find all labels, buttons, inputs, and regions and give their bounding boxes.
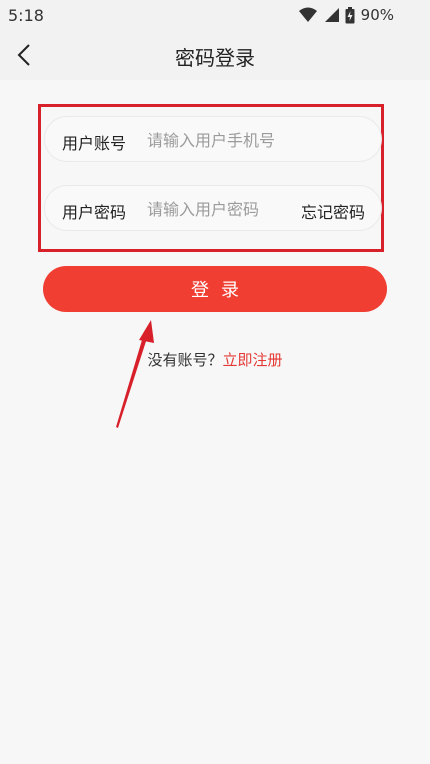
nav-bar: 密码登录: [0, 30, 430, 80]
register-row: 没有账号？立即注册: [0, 349, 430, 370]
battery-icon: [345, 6, 355, 23]
register-prompt: 没有账号？: [147, 351, 223, 369]
battery-percent: 90%: [360, 6, 394, 24]
forgot-password-link[interactable]: 忘记密码: [301, 199, 365, 223]
register-link[interactable]: 立即注册: [223, 351, 283, 369]
page-title: 密码登录: [175, 46, 255, 70]
wifi-icon: [298, 7, 317, 22]
login-button[interactable]: 登录: [43, 266, 387, 312]
status-icons: 90%: [298, 5, 394, 25]
password-field: 用户密码 忘记密码: [44, 185, 382, 231]
account-field: 用户账号: [44, 116, 382, 162]
arrow-head: [139, 320, 154, 343]
account-label: 用户账号: [62, 134, 127, 153]
password-label: 用户密码: [62, 203, 127, 222]
account-input[interactable]: [147, 125, 367, 155]
arrow-shaft: [116, 330, 149, 428]
status-time: 5:18: [8, 6, 44, 25]
password-input[interactable]: [147, 194, 297, 224]
signal-icon: [324, 8, 339, 22]
status-bar: 5:18 90%: [0, 0, 430, 30]
